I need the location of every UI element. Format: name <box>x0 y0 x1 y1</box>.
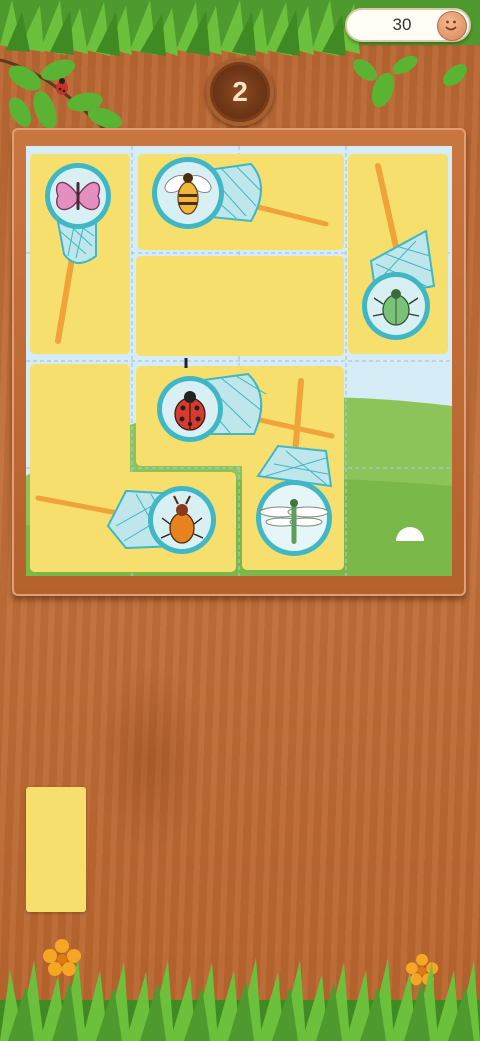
ladybug-icon <box>56 78 68 95</box>
score-counter: 30 <box>345 8 471 42</box>
spare-tile[interactable] <box>26 787 86 912</box>
smiley-coin-icon <box>437 11 467 41</box>
puzzle-board <box>26 146 452 576</box>
level-number: 2 <box>232 76 248 107</box>
tile-bee[interactable] <box>138 154 344 250</box>
tile-butterfly[interactable] <box>30 154 130 354</box>
level-badge: 2 <box>206 58 274 126</box>
butterfly-icon <box>55 181 101 211</box>
grass-bottom-decoration <box>0 958 480 1041</box>
tile-green-beetle[interactable] <box>348 154 448 354</box>
tile-plain-middle[interactable] <box>136 256 344 356</box>
score-value: 30 <box>392 15 412 34</box>
vine-leaves-right-decoration <box>353 55 467 108</box>
tile-stag-beetle[interactable] <box>30 472 236 572</box>
